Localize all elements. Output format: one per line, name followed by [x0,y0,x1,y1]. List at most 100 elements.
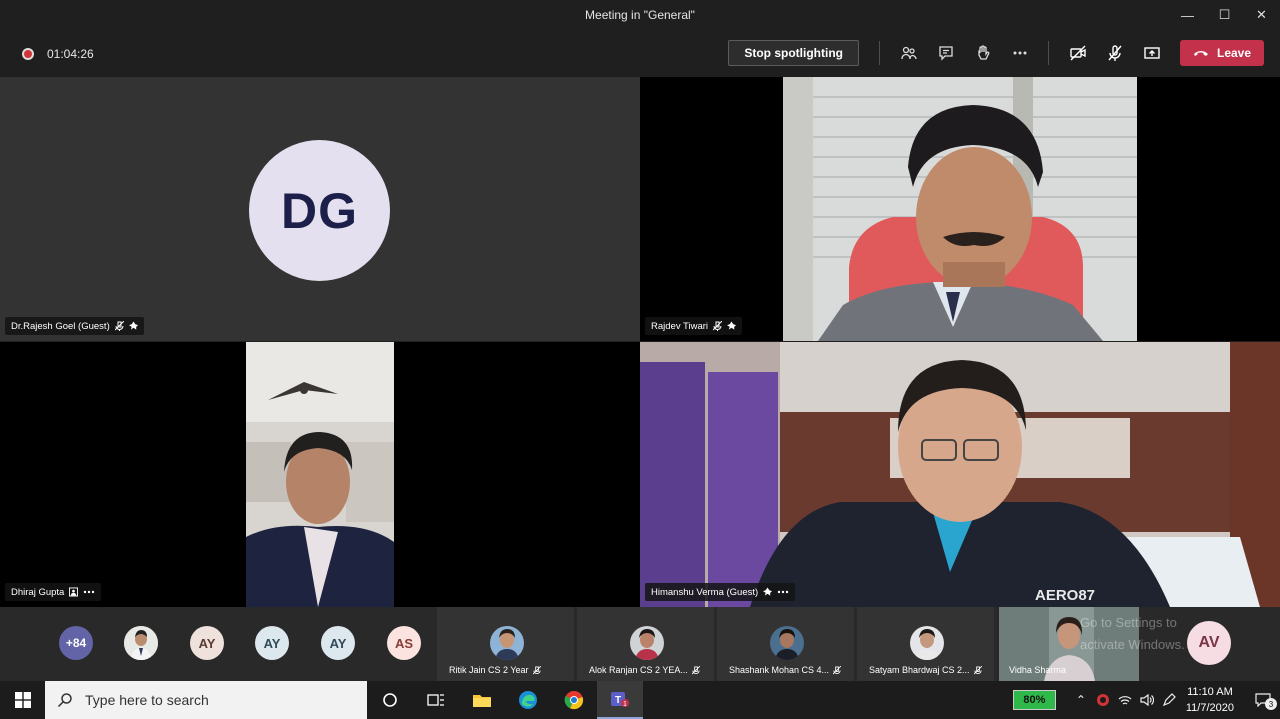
mic-off-icon[interactable] [1096,39,1133,67]
participant-strip: +84 AY AY AY AS Ritik Jain CS 2 Year Alo… [0,607,1280,681]
divider [879,41,880,65]
teams-icon[interactable]: T1 [597,681,643,719]
more-icon[interactable] [777,587,789,597]
meeting-toolbar: 01:04:26 Stop spotlighting Leave [0,30,1280,77]
search-icon [57,693,72,708]
participant-tile-himanshu[interactable]: AERO87 Himanshu Verma (Guest) [640,342,1280,607]
participant-name-tag: Ritik Jain CS 2 Year [449,665,541,675]
participant-tile-rajdev[interactable]: Rajdev Tiwari [640,77,1280,341]
cortana-icon[interactable] [367,681,413,719]
volume-icon[interactable] [1136,694,1158,706]
phone-hangup-icon [1193,51,1208,56]
participant-name: Alok Ranjan CS 2 YEA... [589,665,688,675]
participant-name-tag: Dhiraj Gupta [5,583,102,601]
avatar [770,626,804,660]
pen-icon[interactable] [1158,693,1180,707]
title-bar: Meeting in "General" — ☐ ✕ [0,0,1280,30]
windows-logo-icon [14,692,31,708]
pin-icon [763,587,773,596]
participant-name: Dr.Rajesh Goel (Guest) [11,320,110,332]
avatar[interactable]: AY [190,626,224,660]
avatar[interactable]: AS [387,626,421,660]
participant-tile[interactable]: Alok Ranjan CS 2 YEA... [577,607,714,681]
mic-off-icon [532,665,541,674]
avatar[interactable] [124,626,158,660]
recording-time: 01:04:26 [47,46,94,61]
maximize-button[interactable]: ☐ [1206,0,1243,30]
participants-icon[interactable] [890,39,927,67]
participant-name: Vidha Sharma [1009,665,1066,675]
start-button[interactable] [0,681,45,719]
avatar[interactable]: AY [255,626,289,660]
avatar: DG [249,140,390,281]
mic-off-icon [114,321,124,331]
camera-off-icon[interactable] [1059,39,1096,67]
battery-indicator[interactable]: 80% [1012,690,1056,710]
participant-tile-dhiraj[interactable]: Dhiraj Gupta [0,342,640,607]
video-feed: AERO87 [640,342,1280,607]
avatar [910,626,944,660]
notification-count: 3 [1265,698,1277,710]
participant-tile[interactable]: Ritik Jain CS 2 Year [437,607,574,681]
system-tray: 80% ⌃ 11:10 AM 11/7/2020 3 [1012,681,1280,719]
chrome-icon[interactable] [551,681,597,719]
record-icon [22,47,34,60]
avatar [630,626,664,660]
presenter-icon [69,587,79,597]
antivirus-icon[interactable] [1092,693,1114,707]
chat-icon[interactable] [927,39,964,67]
stop-spotlighting-button[interactable]: Stop spotlighting [728,40,859,66]
participant-name-tag: Himanshu Verma (Guest) [645,583,796,601]
mic-off-icon [973,665,982,674]
divider [1048,41,1049,65]
participant-name: Himanshu Verma (Guest) [651,586,759,598]
chevron-up-icon[interactable]: ⌃ [1070,693,1092,707]
participant-name-tag: Satyam Bhardwaj CS 2... [869,665,982,675]
svg-text:1: 1 [623,701,627,708]
clock-time: 11:10 AM [1187,686,1233,698]
edge-icon[interactable] [505,681,551,719]
more-icon[interactable] [1001,39,1038,67]
participant-name: Dhiraj Gupta [11,586,65,598]
svg-text:T: T [615,695,621,706]
participant-tile-dg[interactable]: DG Dr.Rajesh Goel (Guest) [0,77,640,341]
clock-date: 11/7/2020 [1185,702,1234,714]
windows-taskbar: Type here to search T1 80% ⌃ 11:10 AM 11… [0,681,1280,719]
window-title: Meeting in "General" [585,8,695,22]
avatar[interactable]: AY [321,626,355,660]
taskbar-search[interactable]: Type here to search [45,681,367,719]
svg-text:AERO87: AERO87 [1035,587,1095,604]
video-feed [783,77,1137,341]
file-explorer-icon[interactable] [459,681,505,719]
participant-name-tag: Rajdev Tiwari [645,317,743,335]
raise-hand-icon[interactable] [964,39,1001,67]
mic-off-icon [713,321,723,331]
participant-name: Shashank Mohan CS 4... [729,665,830,675]
participant-name: Rajdev Tiwari [651,320,709,332]
search-placeholder: Type here to search [85,692,209,708]
video-feed [246,342,394,607]
participant-tile[interactable]: Shashank Mohan CS 4... [717,607,854,681]
notification-center-icon[interactable]: 3 [1246,693,1280,710]
participant-name: Ritik Jain CS 2 Year [449,665,529,675]
participant-tile[interactable]: Satyam Bhardwaj CS 2... [857,607,994,681]
leave-button[interactable]: Leave [1180,40,1264,66]
pin-icon [128,321,138,330]
overflow-participants-button[interactable]: +84 [59,626,93,660]
participant-name-tag: Vidha Sharma [1009,665,1066,675]
self-avatar[interactable]: AV [1187,621,1231,665]
mic-off-icon [833,665,842,674]
participant-name-tag: Shashank Mohan CS 4... [729,665,842,675]
wifi-icon[interactable] [1114,694,1136,706]
more-icon[interactable] [83,587,95,597]
clock[interactable]: 11:10 AM 11/7/2020 [1186,684,1234,716]
task-view-icon[interactable] [413,681,459,719]
participant-name-tag: Alok Ranjan CS 2 YEA... [589,665,700,675]
leave-label: Leave [1216,46,1252,60]
share-icon[interactable] [1133,39,1170,67]
mic-off-icon [691,665,700,674]
minimize-button[interactable]: — [1169,0,1206,30]
recording-indicator: 01:04:26 [22,47,94,61]
close-button[interactable]: ✕ [1243,0,1280,30]
avatar [490,626,524,660]
